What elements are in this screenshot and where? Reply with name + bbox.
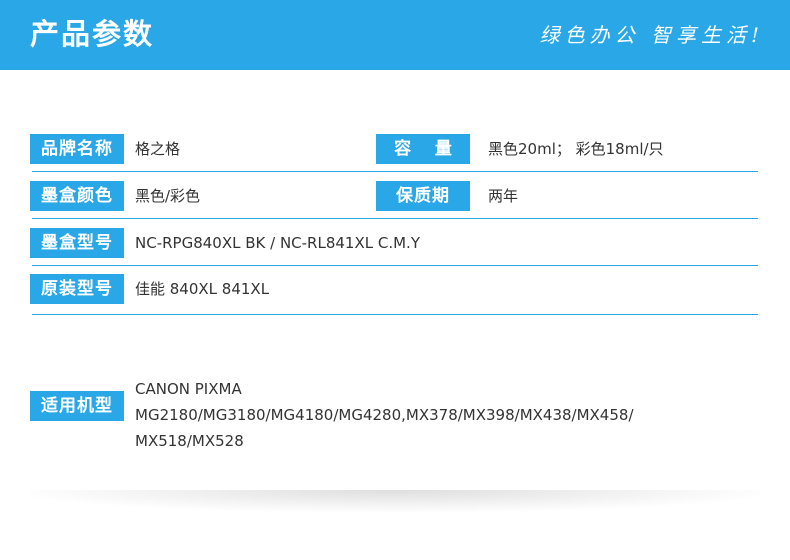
slogan: 绿色办公 智享生活! (539, 23, 764, 47)
row-divider (32, 314, 758, 315)
compatible-models-line: CANON PIXMA MG2180/MG3180/MG4180/MG4280,… (135, 380, 634, 424)
header-bar: 产品参数 绿色办公 智享生活! (0, 0, 790, 70)
cartridge-model-label: 墨盒型号 (30, 228, 124, 258)
row-divider (32, 171, 758, 172)
warranty-value: 两年 (488, 187, 519, 205)
cartridge-model-value: NC-RPG840XL BK / NC-RL841XL C.M.Y (135, 234, 420, 252)
capacity-value: 黑色20ml； 彩色18ml/只 (488, 140, 664, 158)
original-model-value: 佳能 840XL 841XL (135, 280, 270, 298)
warranty-label: 保质期 (376, 181, 470, 211)
brand-label: 品牌名称 (30, 134, 124, 164)
page-title: 产品参数 (30, 17, 155, 51)
bottom-shadow (30, 490, 760, 512)
product-params-page: 产品参数 绿色办公 智享生活! 品牌名称 格之格 容 量 黑色20ml； 彩色1… (0, 0, 790, 560)
original-model-label: 原装型号 (30, 274, 124, 304)
row-divider (32, 218, 758, 219)
row-divider (32, 265, 758, 266)
compatible-models-label: 适用机型 (30, 391, 124, 421)
compatible-models-line: MX518/MX528 (135, 432, 244, 450)
cartridge-color-value: 黑色/彩色 (135, 187, 201, 205)
capacity-label-text: 容 量 (394, 139, 452, 159)
capacity-label: 容 量 (376, 134, 470, 164)
brand-value: 格之格 (135, 140, 181, 158)
cartridge-color-label: 墨盒颜色 (30, 181, 124, 211)
compatible-models-value: CANON PIXMA MG2180/MG3180/MG4180/MG4280,… (135, 376, 735, 454)
